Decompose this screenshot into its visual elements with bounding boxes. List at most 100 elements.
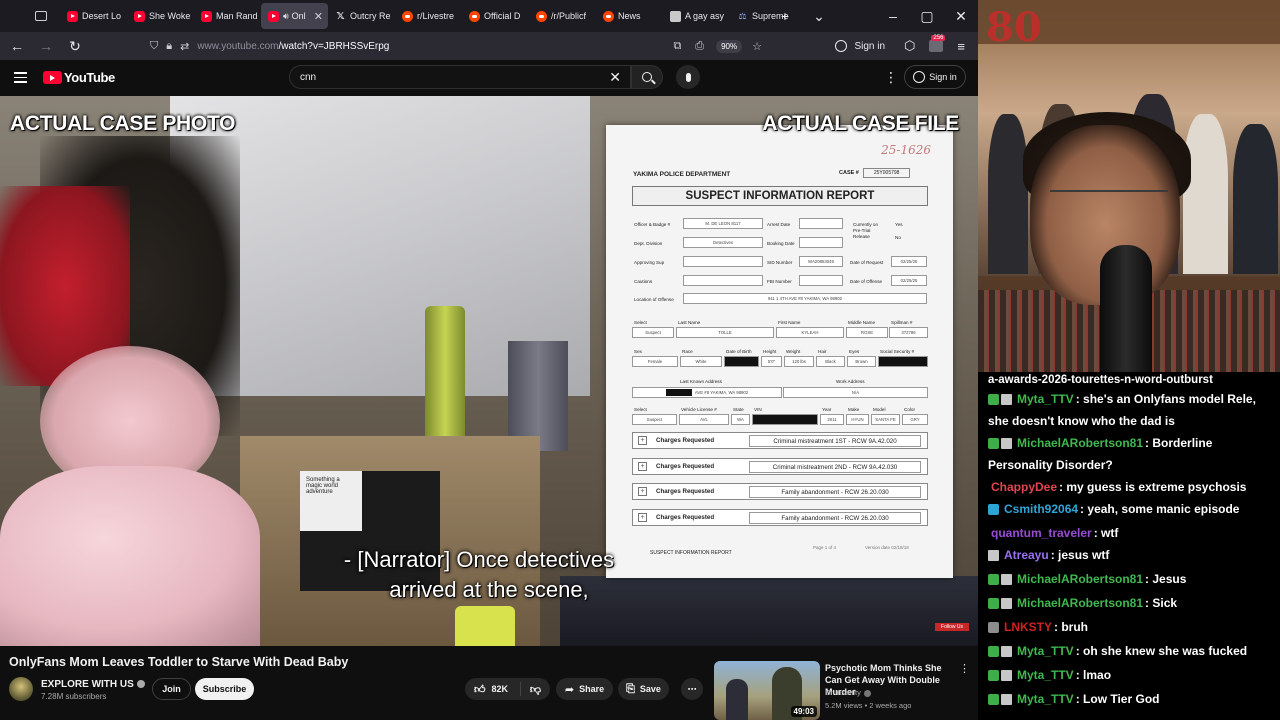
chat-username[interactable]: LNKSTY (1004, 620, 1052, 634)
chat-badges (988, 643, 1014, 663)
reload-button[interactable]: ↻ (62, 33, 88, 59)
url-bar[interactable]: ⛉ 🔒︎ ⇄ www.youtube.com/watch?v=JBRHSSvEr… (150, 34, 770, 58)
subscribe-button[interactable]: Subscribe (195, 678, 254, 700)
tab-list-button[interactable] (26, 0, 56, 32)
grid-header: Select (634, 320, 647, 325)
shield-icon[interactable]: ⛉ (150, 40, 158, 53)
extension-button[interactable]: 256 (929, 35, 946, 52)
lock-icon[interactable]: 🔒︎ (166, 40, 172, 53)
share-arrow-icon: ➦ (564, 683, 575, 696)
settings-kebab-icon[interactable]: ⋮ (884, 70, 898, 84)
speaker-icon[interactable]: 🔊︎ (283, 11, 289, 22)
extensions-icon[interactable]: ⬡ (904, 38, 915, 54)
tab-label: Official D (484, 11, 521, 21)
tab-label: Man Rand (216, 11, 258, 21)
address-text: AVE #8 YAKIMA, WA 98902 (694, 390, 749, 395)
chat-username[interactable]: MichaelARobertson81 (1017, 436, 1143, 450)
maximize-button[interactable]: ▢ (910, 0, 944, 32)
tab-1[interactable]: She Woke (127, 3, 194, 29)
chat-username[interactable]: MichaelARobertson81 (1017, 596, 1143, 610)
picture-in-picture-icon[interactable]: ⧉ (673, 40, 681, 53)
chat-message: quantum_traveler: wtf (991, 526, 1119, 540)
close-tab-icon[interactable]: ✕ (314, 10, 323, 23)
chat-text: my guess is extreme psychosis (1066, 480, 1247, 494)
channel-avatar[interactable] (9, 677, 33, 701)
card-text: Something a magic world adventure (300, 471, 362, 531)
save-button[interactable]: ⎘ Save (618, 678, 669, 700)
grid-header: VIN (754, 407, 762, 412)
join-button[interactable]: Join (152, 678, 191, 700)
webcam-feed: 80 (978, 0, 1280, 372)
account-button[interactable]: Sign in (828, 40, 885, 52)
grid-cell (878, 356, 928, 367)
work-address-label: Work Address (836, 379, 865, 384)
cup (508, 341, 568, 451)
chat-username[interactable]: Myta_TTV (1017, 692, 1074, 706)
thumbs-down-icon: 👎︎ (529, 683, 542, 696)
chat-username[interactable]: Myta_TTV (1017, 644, 1074, 658)
tab-6[interactable]: Official D (462, 3, 529, 29)
search-input[interactable]: cnn ✕ (289, 65, 631, 89)
fbi-label: FBI Number (767, 279, 792, 284)
chat-badges (988, 547, 1001, 567)
voice-search-button[interactable] (676, 65, 700, 89)
more-actions-button[interactable]: ⋯ (681, 678, 703, 700)
app-menu-icon[interactable]: ≡ (957, 39, 965, 54)
share-button[interactable]: ➦ Share (556, 678, 613, 700)
chat-username[interactable]: Myta_TTV (1017, 392, 1074, 406)
close-window-button[interactable]: ✕ (944, 0, 978, 32)
recommended-channel[interactable]: Dr Insanity (825, 688, 871, 697)
like-button[interactable]: 👍︎ 82K (465, 682, 521, 696)
zoom-level-badge[interactable]: 90% (716, 39, 743, 53)
like-dislike-group: 👍︎ 82K 👎︎ (465, 678, 550, 700)
bookmark-star-icon[interactable]: ☆ (752, 40, 762, 53)
youtube-header: YouTube cnn ✕ ⋮ Sign in (0, 60, 978, 96)
clear-search-icon[interactable]: ✕ (609, 69, 621, 86)
grid-cell: 372786 (889, 327, 928, 338)
chat-badges (988, 571, 1014, 591)
youtube-icon (268, 10, 279, 22)
tab-5[interactable]: r/Livestre (395, 3, 462, 29)
chat-username[interactable]: ChappyDee (991, 480, 1057, 494)
back-button[interactable]: ← (4, 33, 30, 59)
grid-cell: WA (731, 414, 750, 425)
youtube-logo[interactable]: YouTube (43, 70, 115, 85)
dislike-button[interactable]: 👎︎ (521, 683, 550, 696)
chat-username[interactable]: MichaelARobertson81 (1017, 572, 1143, 586)
tab-9[interactable]: A gay asy (663, 3, 730, 29)
youtube-icon (67, 10, 78, 22)
department-name: YAKIMA POLICE DEPARTMENT (633, 171, 731, 178)
youtube-sign-in-button[interactable]: Sign in (904, 65, 966, 89)
grid-cell (724, 356, 759, 367)
like-count: 82K (491, 684, 509, 694)
guide-menu-icon[interactable] (14, 72, 27, 83)
video-player[interactable]: Something a magic world adventure ACTUAL… (0, 96, 978, 646)
tab-8[interactable]: News (596, 3, 663, 29)
new-tab-button[interactable]: + (768, 0, 802, 32)
chat-username[interactable]: quantum_traveler (991, 526, 1092, 540)
screenshot-icon[interactable]: ⎙ (695, 40, 704, 53)
video-duration: 49:03 (790, 706, 817, 717)
chat-username[interactable]: Atreayu (1004, 548, 1049, 562)
tab-4[interactable]: 𝕏 Outcry Re (328, 3, 395, 29)
minimize-button[interactable]: – (876, 0, 910, 32)
tab-overflow-chevron-icon[interactable]: ⌄ (802, 0, 836, 32)
grid-cell: Female (632, 356, 678, 367)
recommended-menu-icon[interactable]: ⋮ (959, 662, 970, 675)
follow-watermark[interactable]: Follow Us (935, 623, 969, 631)
url-path: /watch?v=JBRHSSvErpg (278, 40, 390, 52)
caption-line-2: arrived at the scene, (389, 577, 589, 602)
tab-3[interactable]: 🔊︎ Onl ✕ (261, 3, 328, 29)
tab-2[interactable]: Man Rand (194, 3, 261, 29)
tab-7[interactable]: /r/Publicf (529, 3, 596, 29)
permissions-icon[interactable]: ⇄ (180, 40, 189, 53)
channel-name[interactable]: EXPLORE WITH US (41, 679, 145, 690)
tab-0[interactable]: Desert Lo (60, 3, 127, 29)
forward-button[interactable]: → (33, 33, 59, 59)
chat-username[interactable]: Myta_TTV (1017, 668, 1074, 682)
chat-username[interactable]: Csmith92064 (1004, 502, 1078, 516)
recommended-thumbnail[interactable]: 49:03 (714, 661, 820, 720)
tabbar-controls: + ⌄ – ▢ ✕ (768, 0, 978, 32)
search-button[interactable] (631, 65, 663, 89)
arrest-value (799, 218, 843, 229)
